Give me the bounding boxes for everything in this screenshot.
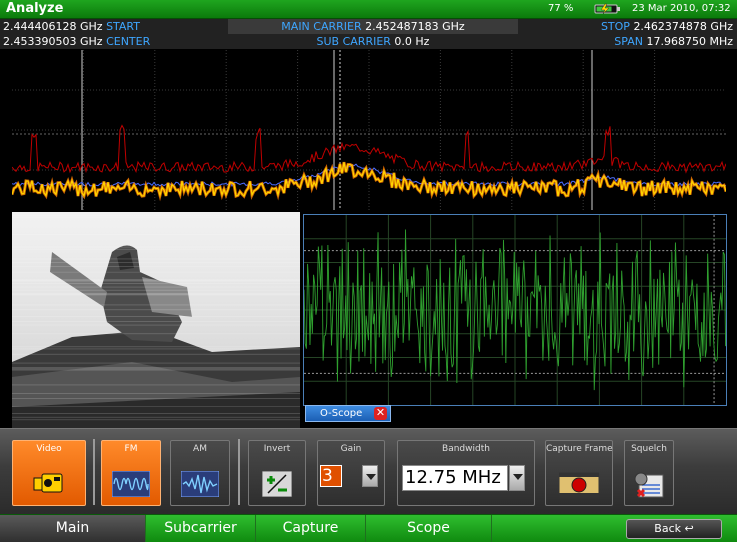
frequency-row-1: 2.444406128 GHz START MAIN CARRIER 2.452… bbox=[0, 19, 737, 34]
sub-carrier-value: 0.0 Hz bbox=[394, 35, 430, 48]
span-frequency: SPAN 17.968750 MHz bbox=[614, 35, 733, 48]
tab-main[interactable]: Main bbox=[0, 515, 146, 542]
span-value: 17.968750 MHz bbox=[646, 35, 733, 48]
start-frequency-value: 2.444406128 GHz bbox=[3, 20, 103, 33]
gain-label: Gain bbox=[340, 444, 362, 454]
bandwidth-label: Bandwidth bbox=[442, 444, 490, 454]
span-label: SPAN bbox=[614, 35, 643, 48]
fm-label: FM bbox=[124, 444, 138, 454]
close-icon[interactable]: ✕ bbox=[374, 407, 387, 420]
center-label: CENTER bbox=[106, 35, 151, 48]
stop-label: STOP bbox=[600, 20, 630, 33]
sub-carrier: SUB CARRIER 0.0 Hz bbox=[228, 34, 518, 49]
tab-scope[interactable]: Scope bbox=[366, 515, 492, 542]
bandwidth-value[interactable]: 12.75 MHz bbox=[402, 465, 508, 491]
record-film-icon bbox=[559, 472, 599, 498]
start-label: START bbox=[106, 20, 140, 33]
stop-frequency: STOP 2.462374878 GHz bbox=[601, 20, 733, 33]
max-hold-trace bbox=[12, 124, 726, 174]
main-carrier-label: MAIN CARRIER bbox=[281, 20, 362, 33]
date-time: 23 Mar 2010, 07:32 bbox=[632, 3, 731, 14]
squelch-button[interactable]: Squelch bbox=[624, 440, 674, 506]
separator bbox=[93, 439, 95, 505]
app-title: Analyze bbox=[6, 1, 64, 16]
main-carrier: MAIN CARRIER 2.452487183 GHz bbox=[228, 19, 518, 34]
toolbar: Video FM AM Invert Gain 3 Bandwidth 12.7… bbox=[0, 428, 737, 514]
gain-control[interactable]: Gain 3 bbox=[317, 440, 385, 506]
battery-charging-icon bbox=[594, 3, 620, 15]
title-bar: Analyze 77 % 23 Mar 2010, 07:32 bbox=[0, 0, 737, 19]
capture-frame-label: Capture Frame bbox=[546, 444, 613, 454]
sub-carrier-label: SUB CARRIER bbox=[316, 35, 391, 48]
bandwidth-dropdown-arrow[interactable] bbox=[509, 465, 525, 491]
invert-label: Invert bbox=[263, 444, 291, 454]
oscope-tab-label: O-Scope bbox=[320, 408, 363, 419]
gain-value[interactable]: 3 bbox=[320, 465, 342, 487]
am-label: AM bbox=[193, 444, 207, 454]
stop-frequency-value: 2.462374878 GHz bbox=[633, 20, 733, 33]
start-frequency: 2.444406128 GHz START bbox=[3, 20, 140, 33]
video-preview bbox=[12, 212, 300, 428]
video-button[interactable]: Video bbox=[12, 440, 86, 506]
am-wave-icon bbox=[181, 471, 219, 497]
video-label: Video bbox=[36, 444, 62, 454]
oscope-tab[interactable]: O-Scope ✕ bbox=[305, 405, 391, 422]
center-frequency: 2.453390503 GHz CENTER bbox=[3, 35, 150, 48]
capture-frame-button[interactable]: Capture Frame bbox=[545, 440, 613, 506]
back-button[interactable]: Back ↩ bbox=[626, 519, 722, 539]
am-button[interactable]: AM bbox=[170, 440, 230, 506]
squelch-label: Squelch bbox=[631, 444, 667, 454]
oscilloscope-display[interactable] bbox=[303, 214, 727, 406]
squelch-icon bbox=[634, 472, 664, 498]
separator bbox=[238, 439, 240, 505]
tab-bar: Main Subcarrier Capture Scope Back ↩ bbox=[0, 514, 737, 542]
bandwidth-control[interactable]: Bandwidth 12.75 MHz bbox=[397, 440, 535, 506]
main-carrier-value: 2.452487183 GHz bbox=[365, 20, 465, 33]
invert-plus-minus-icon bbox=[262, 471, 292, 497]
spectrum-display[interactable] bbox=[12, 50, 726, 210]
tab-subcarrier[interactable]: Subcarrier bbox=[146, 515, 256, 542]
invert-button[interactable]: Invert bbox=[248, 440, 306, 506]
center-frequency-value: 2.453390503 GHz bbox=[3, 35, 103, 48]
video-camera-icon bbox=[33, 473, 63, 493]
battery-percent: 77 % bbox=[548, 3, 574, 14]
gain-dropdown-arrow[interactable] bbox=[362, 465, 378, 487]
fm-wave-icon bbox=[112, 471, 150, 497]
tab-capture[interactable]: Capture bbox=[256, 515, 366, 542]
fm-button[interactable]: FM bbox=[101, 440, 161, 506]
frequency-row-2: 2.453390503 GHz CENTER SUB CARRIER 0.0 H… bbox=[0, 34, 737, 49]
